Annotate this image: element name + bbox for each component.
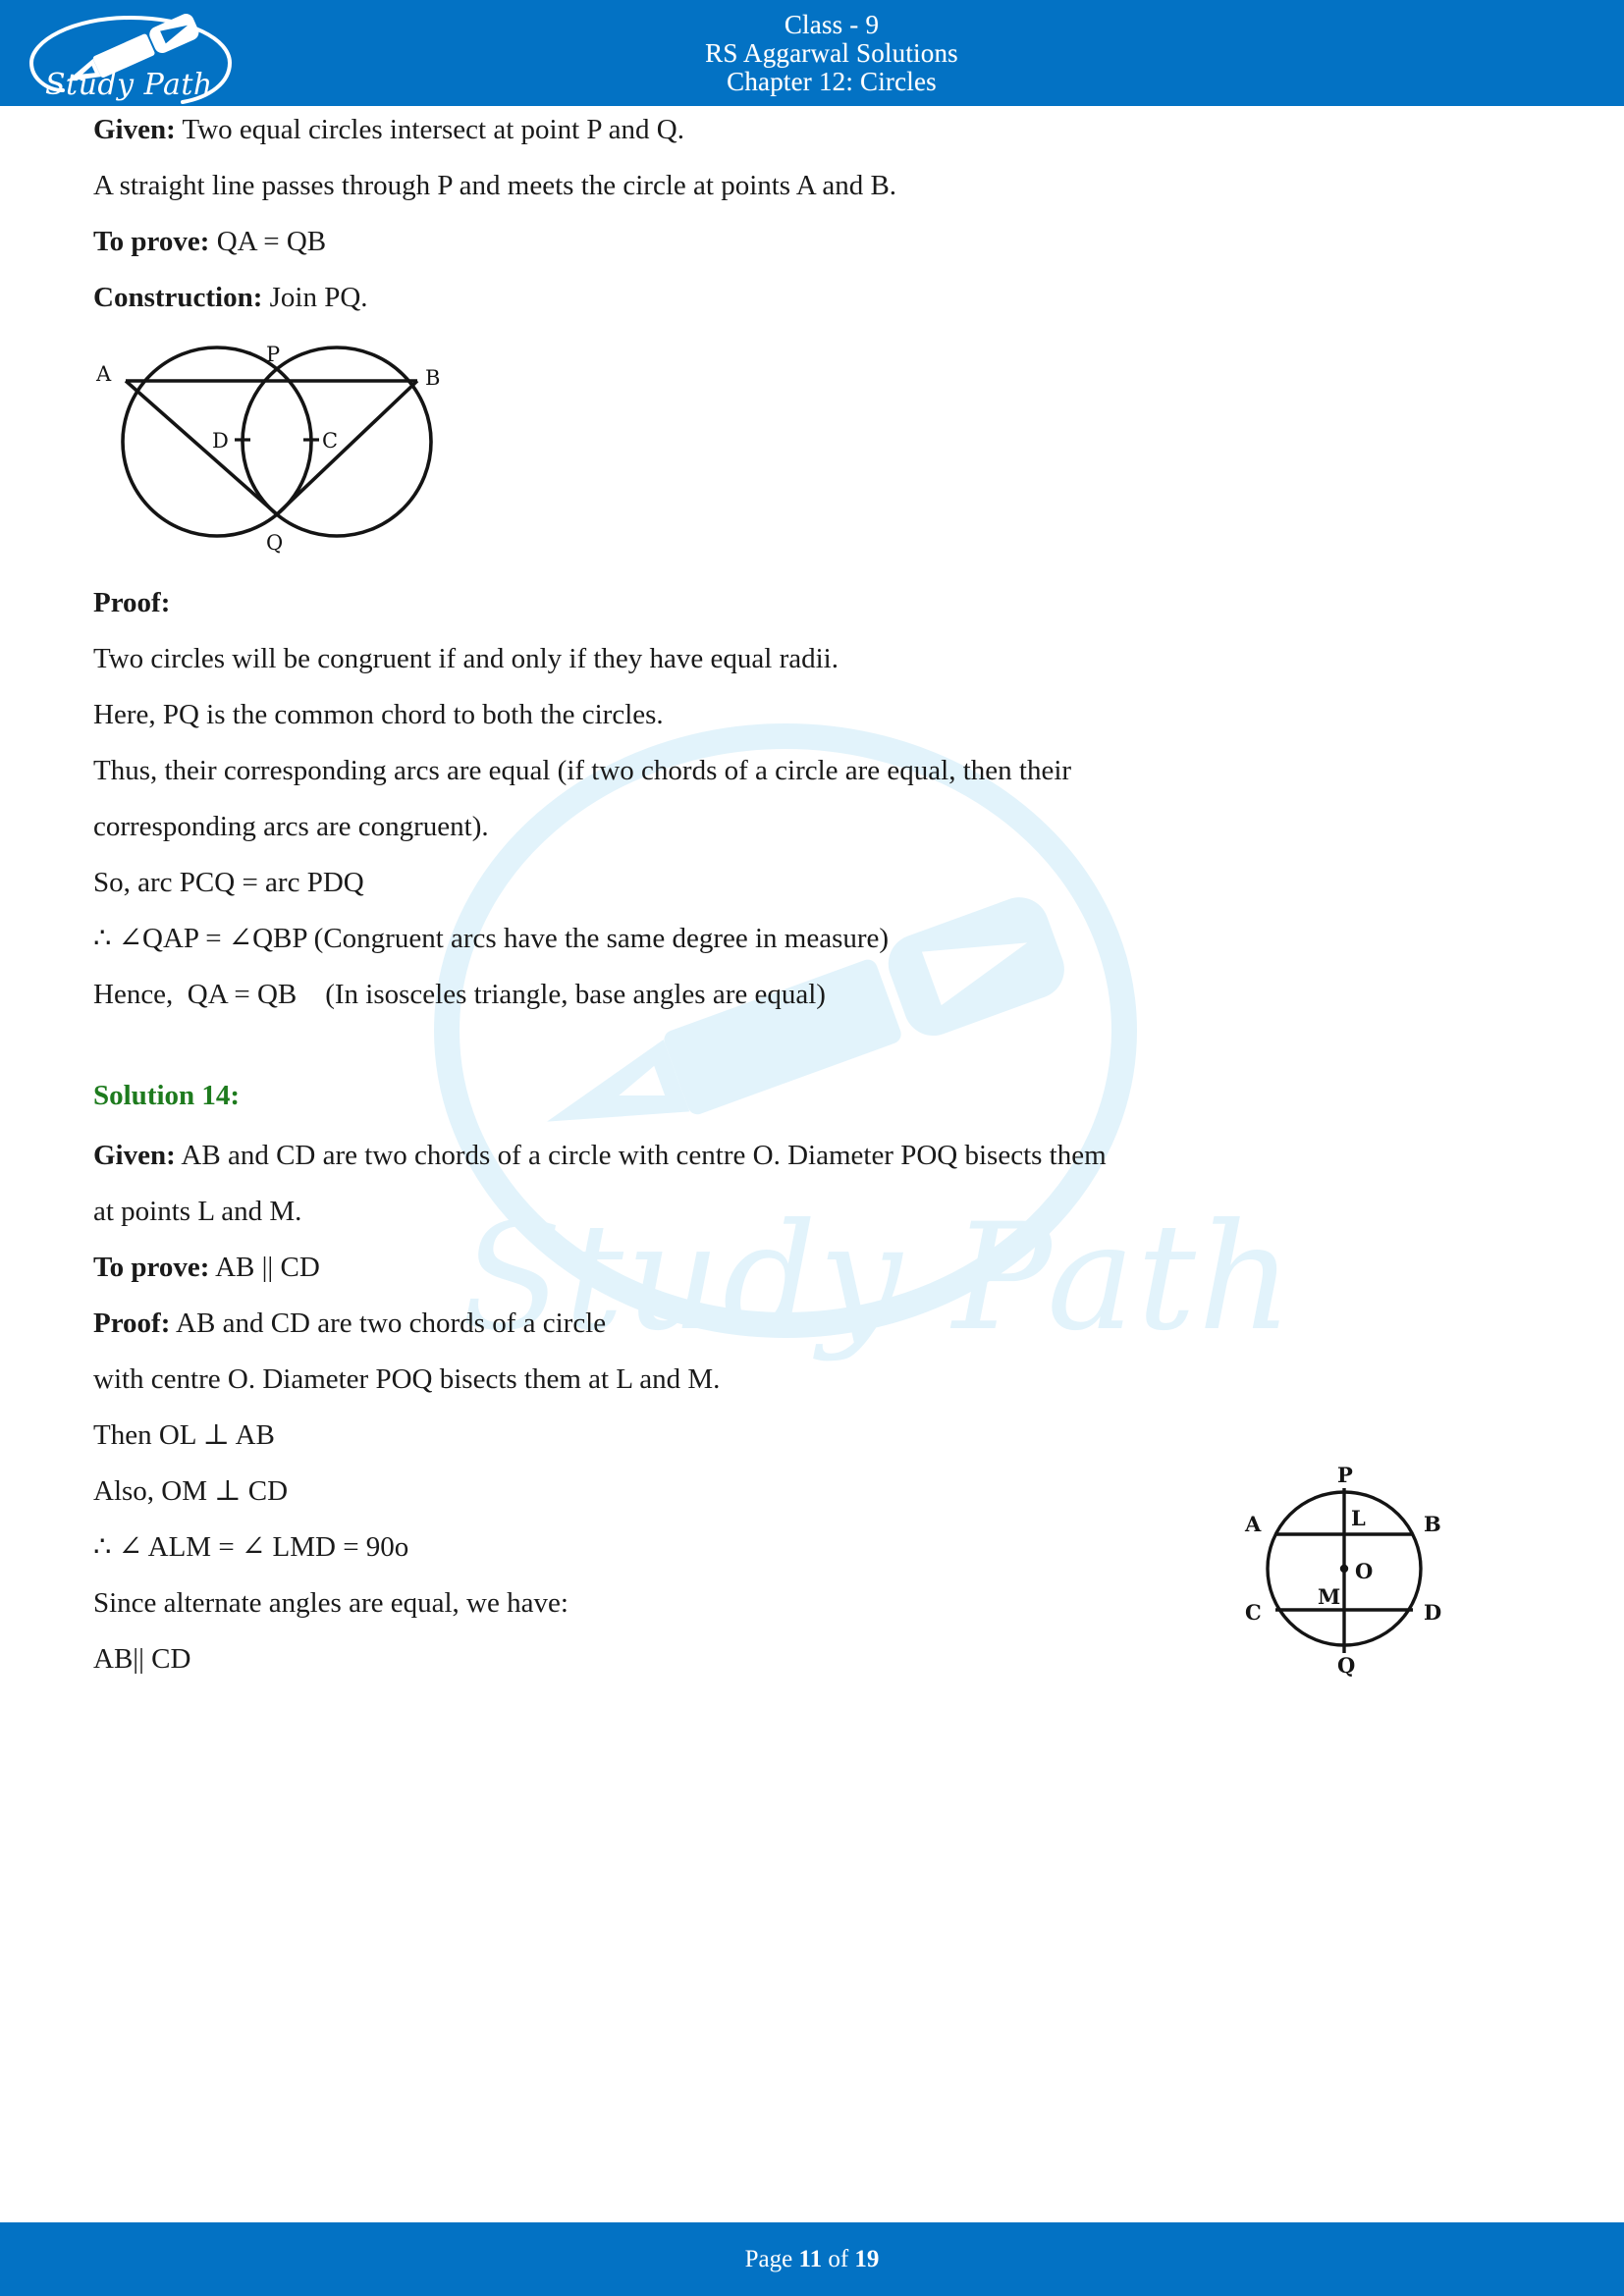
s13-toprove-text: QA = QB (209, 226, 327, 257)
s13-line2: A straight line passes through P and mee… (93, 170, 897, 201)
s13-construction-line: Construction: Join PQ. (93, 284, 1567, 312)
fig2-label-B: B (1424, 1512, 1441, 1536)
s13-toprove-label: To prove: (93, 226, 210, 257)
fig2-label-D: D (1424, 1600, 1441, 1625)
page-content: Given: Two equal circles intersect at po… (0, 106, 1624, 1674)
footer-middle: of (822, 2245, 855, 2272)
fig2-label-O: O (1355, 1559, 1373, 1583)
two-intersecting-circles-diagram: A P B D C Q (72, 334, 484, 560)
s13-proof-label-line: Proof: (93, 589, 1567, 617)
s13-construction-label: Construction: (93, 282, 263, 313)
s13-given-text: Two equal circles intersect at point P a… (175, 114, 685, 145)
page-number-text: Page 11 of 19 (745, 2246, 880, 2273)
header-chapter-line: Chapter 12: Circles (727, 67, 937, 97)
s13-toprove-line: To prove: QA = QB (93, 228, 1567, 256)
s14-given-label: Given: (93, 1140, 176, 1171)
header-book-line: RS Aggarwal Solutions (705, 37, 958, 68)
document-page: Study Path Class - 9 RS Aggarwal Solutio… (0, 0, 1624, 2296)
s13-proof-line-6: Hence, QA = QB (In isosceles triangle, b… (93, 979, 826, 1010)
fig1-label-C: C (322, 429, 338, 453)
header-class-line: Class - 9 (784, 9, 880, 39)
s13-proof-line-1: Here, PQ is the common chord to both the… (93, 699, 664, 730)
s13-proof-line-3: corresponding arcs are congruent). (93, 811, 489, 842)
fig1-label-D: D (212, 429, 229, 453)
solution-14-heading: Solution 14: (93, 1080, 241, 1111)
fig2-label-M: M (1318, 1584, 1340, 1609)
s13-proof-line-0: Two circles will be congruent if and onl… (93, 643, 839, 674)
fig2-label-C: C (1245, 1600, 1262, 1625)
s14-toprove-line: To prove: AB || CD (93, 1254, 1567, 1282)
s14-given-line-2: at points L and M. (93, 1196, 302, 1227)
fig2-label-Q: Q (1337, 1653, 1355, 1678)
logo-wordmark: Study Path (45, 68, 213, 102)
footer-prefix: Page (744, 2245, 799, 2272)
s13-given-line: Given: Two equal circles intersect at po… (93, 116, 1567, 144)
s14-toprove-text: AB || CD (209, 1252, 320, 1283)
s14-proof-line-0: with centre O. Diameter POQ bisects them… (93, 1363, 721, 1395)
s14-proof-label: Proof: (93, 1308, 171, 1339)
s14-given-line: Given: AB and CD are two chords of a cir… (93, 1142, 1567, 1170)
s14-given-text: AB and CD are two chords of a circle wit… (175, 1140, 1107, 1171)
footer-current-page: 11 (798, 2245, 823, 2272)
fig1-label-Q: Q (266, 531, 283, 555)
s14-proof-text: AB and CD are two chords of a circle (170, 1308, 607, 1339)
circle-with-two-chords-diagram: P A L B O C M D Q (1231, 1461, 1457, 1678)
s13-proof-label: Proof: (93, 587, 171, 618)
fig1-label-B: B (425, 366, 440, 390)
fig2-label-A: A (1244, 1512, 1262, 1536)
s14-proof-line: Proof: AB and CD are two chords of a cir… (93, 1309, 1567, 1338)
page-footer: Page 11 of 19 (0, 2222, 1624, 2296)
s13-given-label: Given: (93, 114, 176, 145)
footer-total-pages: 19 (854, 2245, 880, 2272)
s14-toprove-label: To prove: (93, 1252, 210, 1283)
fig1-label-P: P (266, 343, 280, 366)
fig2-label-L: L (1351, 1506, 1366, 1530)
s13-proof-line-5: ∴ ∠QAP = ∠QBP (Congruent arcs have the s… (93, 923, 890, 954)
fig2-label-P: P (1337, 1463, 1353, 1487)
s13-proof-line-2: Thus, their corresponding arcs are equal… (93, 755, 1072, 786)
page-header: Study Path Class - 9 RS Aggarwal Solutio… (0, 0, 1624, 106)
study-path-logo: Study Path (18, 4, 253, 106)
s13-proof-line-4: So, arc PCQ = arc PDQ (93, 867, 364, 898)
s14-proof-line-1: Then OL ⊥ AB (93, 1419, 275, 1451)
fig1-label-A: A (95, 362, 112, 386)
s13-construction-text: Join PQ. (262, 282, 368, 313)
